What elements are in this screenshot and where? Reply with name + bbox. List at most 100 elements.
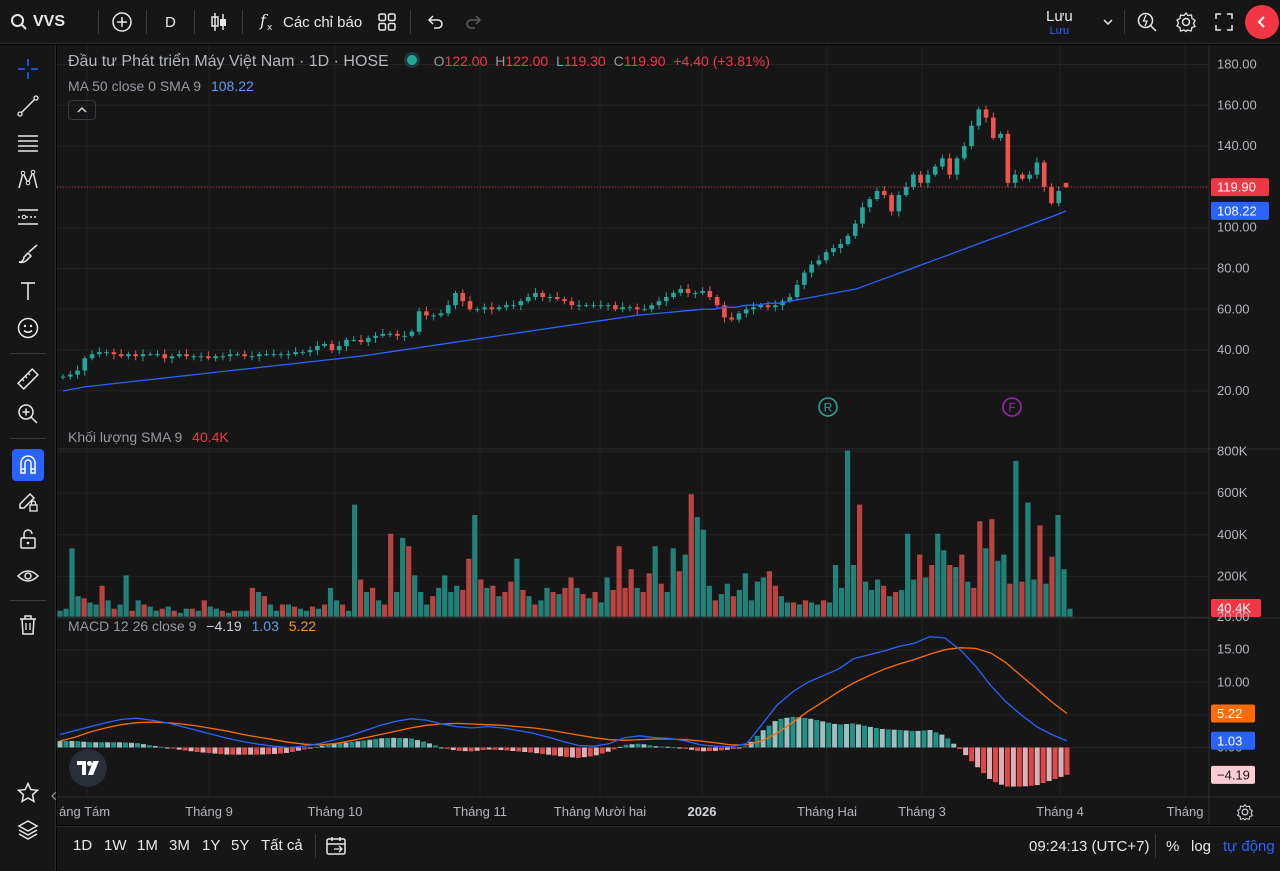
watchlist-tool[interactable]: [12, 777, 44, 809]
volume-bar: [862, 581, 869, 617]
range-button-tất-cả[interactable]: Tất cả: [261, 837, 303, 854]
chart-area[interactable]: 180.00160.00140.00120.00100.0080.0060.00…: [57, 45, 1280, 825]
chart-canvas[interactable]: 180.00160.00140.00120.00100.0080.0060.00…: [57, 45, 1280, 825]
collapse-sidebar-handle[interactable]: [50, 786, 58, 806]
brush-tool[interactable]: [12, 238, 44, 270]
macd-histogram-bar: [981, 747, 987, 774]
volume-bar: [844, 450, 851, 617]
time-axis-label: Tháng 10: [308, 804, 363, 819]
visibility-tool[interactable]: [12, 560, 44, 592]
volume-bar: [412, 575, 418, 617]
macd-legend[interactable]: MACD 12 26 close 9 −4.19 1.03 5.22: [68, 618, 316, 634]
candle-body: [373, 335, 378, 338]
candle-body: [1020, 174, 1025, 179]
save-menu-button[interactable]: [1101, 0, 1115, 44]
candle-body: [1049, 186, 1054, 204]
go-to-date-button[interactable]: [325, 827, 347, 865]
fullscreen-button[interactable]: [1214, 0, 1234, 44]
candle-body: [315, 346, 320, 351]
star-icon: [16, 781, 40, 803]
candle-body: [663, 297, 669, 302]
volume-bar: [75, 596, 81, 617]
lock-drawing-tool[interactable]: [12, 486, 44, 518]
macd-tick-label: 15.00: [1217, 642, 1250, 657]
lock-tool[interactable]: [12, 523, 44, 555]
candle-body: [620, 307, 625, 310]
volume-bar: [243, 610, 249, 617]
percent-toggle[interactable]: %: [1166, 827, 1179, 865]
remove-drawings-tool[interactable]: [12, 609, 44, 641]
volume-bar: [81, 598, 87, 617]
quick-search-button[interactable]: [1136, 0, 1158, 44]
interval-button[interactable]: D: [165, 0, 176, 44]
compare-button[interactable]: [111, 0, 133, 44]
trend-line-tool[interactable]: [12, 90, 44, 122]
log-toggle[interactable]: log: [1191, 827, 1211, 865]
tradingview-logo[interactable]: [69, 749, 107, 787]
candle-body: [1056, 190, 1062, 204]
quick-search-icon: [1137, 12, 1157, 32]
undo-button[interactable]: [425, 0, 445, 44]
brush-icon: [18, 244, 38, 264]
zoom-tool[interactable]: [12, 398, 44, 430]
candle-body: [460, 292, 466, 302]
volume-bar: [742, 573, 748, 617]
legend-collapse-button[interactable]: [68, 100, 96, 120]
layouts-button[interactable]: [377, 0, 397, 44]
channel-tool[interactable]: [12, 127, 44, 159]
range-button-3m[interactable]: 3M: [169, 837, 190, 854]
volume-bar: [1049, 556, 1055, 617]
candle-body: [387, 333, 393, 335]
range-button-1d[interactable]: 1D: [73, 837, 92, 854]
crosshair-tool[interactable]: [12, 53, 44, 85]
auto-scale-toggle[interactable]: tự động: [1223, 827, 1275, 865]
candle-body: [416, 311, 422, 332]
clock-timezone[interactable]: 09:24:13 (UTC+7): [1029, 827, 1149, 865]
redo-button[interactable]: [464, 0, 484, 44]
macd-histogram-bar: [975, 747, 981, 768]
candle-body: [918, 174, 923, 183]
price-tick-label: 60.00: [1217, 301, 1250, 316]
undo-icon: [427, 15, 443, 29]
fib-tool[interactable]: [12, 201, 44, 233]
macd-histogram-bar: [581, 747, 587, 758]
candle-body: [802, 272, 807, 285]
range-button-1w[interactable]: 1W: [104, 837, 127, 854]
symbol-search[interactable]: VVS: [10, 0, 65, 44]
volume-bar: [718, 594, 724, 617]
magnet-tool[interactable]: [12, 449, 44, 481]
volume-bar: [712, 600, 718, 617]
settings-button[interactable]: [1175, 0, 1197, 44]
macd-histogram-bar: [134, 743, 140, 748]
ma-legend[interactable]: MA 50 close 0 SMA 9 108.22: [68, 78, 254, 94]
time-axis-settings-button[interactable]: [1233, 801, 1257, 823]
text-tool[interactable]: [12, 275, 44, 307]
pattern-tool[interactable]: [12, 164, 44, 196]
unlock-icon: [20, 529, 36, 549]
chevron-down-icon: [1103, 19, 1113, 26]
candle-body: [751, 307, 756, 310]
chart-type-button[interactable]: [208, 0, 230, 44]
macd-histogram-bar: [224, 747, 230, 755]
range-button-1m[interactable]: 1M: [137, 837, 158, 854]
range-button-5y[interactable]: 5Y: [231, 837, 249, 854]
macd-histogram-bar: [855, 724, 861, 748]
volume-bar: [995, 560, 1001, 617]
layers-tool[interactable]: [12, 814, 44, 846]
candle-body: [976, 109, 982, 126]
emoji-tool[interactable]: [12, 312, 44, 344]
ruler-tool[interactable]: [12, 363, 44, 395]
close-panel-button[interactable]: [1245, 5, 1279, 39]
volume-legend[interactable]: Khối lượng SMA 9 40.4K: [68, 429, 229, 445]
save-button[interactable]: Lưu Lưu: [1046, 0, 1073, 44]
macd-histogram-bar: [808, 718, 814, 748]
macd-histogram-bar: [546, 747, 552, 755]
macd-histogram-bar: [1052, 747, 1058, 779]
indicators-button[interactable]: fx Các chỉ báo: [258, 0, 362, 44]
candle-body: [249, 356, 255, 358]
range-button-1y[interactable]: 1Y: [202, 837, 220, 854]
volume-bar: [796, 604, 803, 617]
time-axis-label: Tháng Mười hai: [554, 804, 646, 819]
candle-body: [525, 297, 531, 302]
candle-body: [540, 292, 545, 298]
